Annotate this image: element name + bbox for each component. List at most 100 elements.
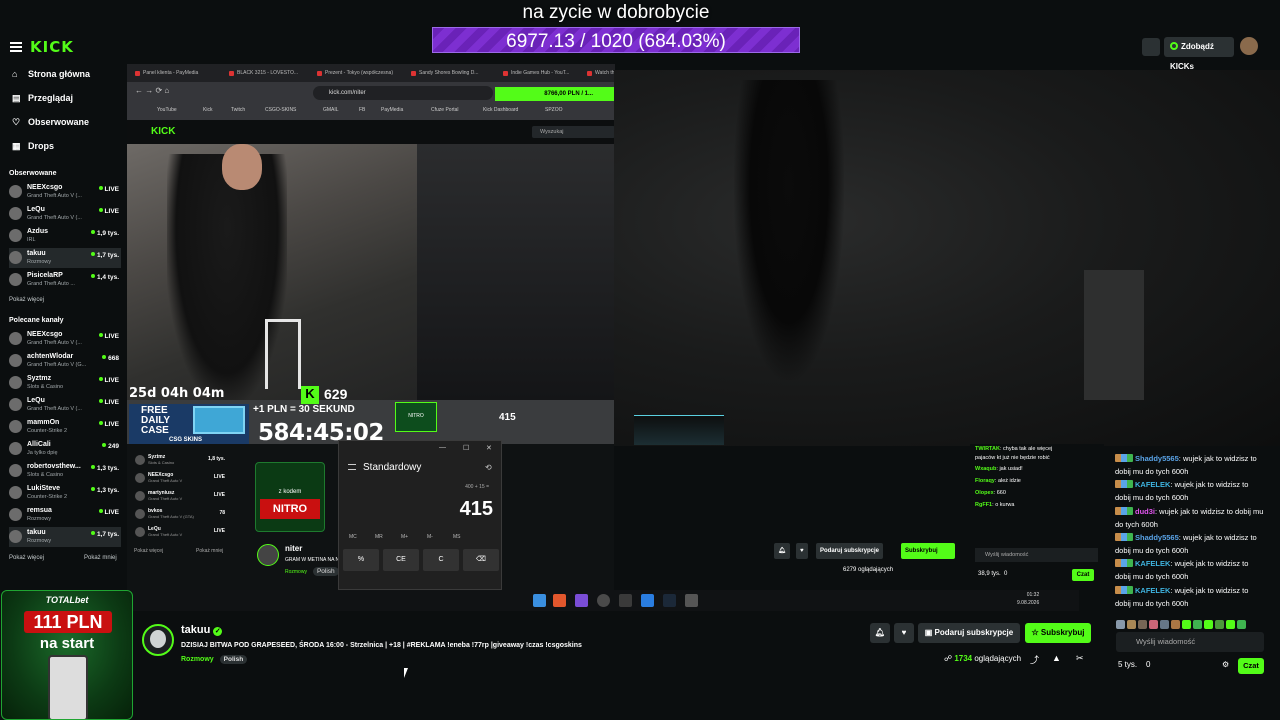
app-root: na zycie w dobrobycie 6977.13 / 1020 (68… [0,0,1280,720]
bookmark: Cfuze Portal [431,107,459,113]
recommended-channel-active[interactable]: takuu Rozmowy 1,7 tys. [9,527,121,547]
recommended-channel[interactable]: robertovsthew... Slots & Casino 1,3 tys. [9,461,121,481]
avatar [9,530,22,543]
calc-mode: Standardowy [363,462,422,473]
share-icon[interactable]: ⤴ [1030,653,1039,666]
maximize-icon: ☐ [463,445,470,452]
streamer-name[interactable]: takuu ✓ [181,624,223,636]
nitro-small-badge: NITRO [395,402,437,432]
sidebar: ⌂ Strona główna ▤ Przeglądaj ♡ Obserwowane … [0,62,126,592]
menu-icon[interactable] [10,42,22,52]
show-less-recommended[interactable]: Pokaż mniej [84,555,117,561]
chat-message: KAFELEK: wujek jak to widzisz to dobij m… [1115,586,1249,608]
recommended-channel[interactable]: Syztmz Slots & Casino LIVE [9,373,121,393]
bookmark: FB [359,107,366,113]
bookmark: Twitch [231,107,246,113]
inner-bell: 🔔︎ [774,543,790,559]
clock-date: 9.08.2026 [1017,600,1040,606]
show-more-followed[interactable]: Pokaż więcej [9,297,44,303]
kick-logo[interactable]: KICK [30,38,74,56]
followed-channel-active[interactable]: takuu Rozmowy 1,7 tys. [9,248,121,268]
avatar [9,229,22,242]
home-icon: ⌂ [12,69,18,79]
followed-channel[interactable]: Azdus IRL 1,9 tys. [9,226,121,246]
recommended-channel[interactable]: AlliCali Ja tylko dpię 249 [9,439,121,459]
inner-kick-header: KICK Wyszukaj [127,120,615,144]
browser-tab: Sandy Shores Bowling D... [409,67,497,80]
show-more-recommended[interactable]: Pokaż więcej [9,555,44,561]
stream-category[interactable]: Rozmowy Polish [181,655,248,664]
report-icon[interactable]: ▲ [1052,653,1061,663]
chat-send-button[interactable]: Czat [1238,658,1264,674]
bookmark: Kick [203,107,213,113]
badges-icon [1115,559,1133,567]
calculator-window: — ☐ ✕ Standardowy ⟲ 400 + 15 = 415 MC MR… [338,440,502,590]
bookmark: Kick Dashboard [483,107,519,113]
case-icon [193,406,245,434]
user-avatar[interactable] [1240,37,1258,55]
followed-channel[interactable]: PisicelaRP Grand Theft Auto ... 1,4 tys. [9,270,121,290]
calc-key: ⌫ [463,549,499,571]
followed-channel[interactable]: NEEXcsgo Grand Theft Auto V (... LIVE [9,182,121,202]
free-daily-case-banner: FREE DAILY CASE CSG SKINS [129,404,249,444]
nav-browse[interactable]: ▤ Przeglądaj [12,93,73,104]
subscribe-button[interactable]: ☆ Subskrybuj [1025,623,1091,643]
recommended-channel[interactable]: remsua Rozmowy LIVE [9,505,121,525]
clock-time: 01:32 [1026,592,1040,598]
phone-icon [48,655,88,719]
ad-brand: TOTALbet [45,595,89,605]
calc-key: CE [383,549,419,571]
recommended-channel[interactable]: LukiSteve Counter-Strike 2 1,3 tys. [9,483,121,503]
follow-heart-button[interactable]: ♥ [894,623,914,643]
nav-home[interactable]: ⌂ Strona główna [12,69,90,79]
language-tag[interactable]: Polish [219,655,248,664]
calc-expression: 400 + 15 = [465,484,489,490]
get-kicks-button[interactable]: Zdobądź KICKs [1164,37,1234,71]
keyboard-glow [634,415,724,445]
recommended-header: Polecane kanały [9,317,64,324]
settings-icon[interactable]: ⚙ [1222,660,1229,669]
nested-channel: bvkos Grand Theft Auto V (GTA) 78 [135,508,225,520]
inner-chat-input: Wyślij wiadomość [975,548,1098,562]
badges-icon [1115,533,1133,541]
avatar [9,442,22,455]
nested-channel: LeQu Grand Theft Auto V LIVE [135,526,225,538]
recommended-channel[interactable]: LeQu Grand Theft Auto V (... LIVE [9,395,121,415]
nav-arrows-icon: ← → ⟳ ⌂ [135,86,170,95]
stream-title: DZISIAJ BITWA POD GRAPESEED, ŚRODA 16:00… [181,642,582,649]
kick-count: 629 [324,386,348,402]
recommended-channel[interactable]: achtenWlodar Grand Theft Auto V (G... 668 [9,351,121,371]
chat-message: dud3i: wujek jak to widzisz to dobij mu … [1115,507,1264,529]
followed-header: Obserwowane [9,170,57,177]
store-button[interactable] [1142,38,1160,56]
app-icon [619,594,632,607]
nested-show-less: Pokaż mniej [196,548,224,554]
totalbet-ad[interactable]: TOTALbet 111 PLN na start [1,590,133,720]
calc-menu-icon [348,464,356,470]
viewers-icon: ☍ [944,654,955,663]
viewer-count: ☍ 1734 oglądających [944,654,1022,663]
emote-bar[interactable] [1116,616,1266,629]
avatar [9,332,22,345]
recommended-channel[interactable]: mammOn Counter-Strike 2 LIVE [9,417,121,437]
clip-icon[interactable]: ✂ [1076,653,1084,664]
bookmark: PayMedia [381,107,404,113]
stream-video-right[interactable] [614,70,1280,446]
chat-input[interactable]: Wyślij wiadomość [1116,632,1264,652]
side-number: 415 [499,412,516,423]
streamer-avatar[interactable] [142,624,174,656]
nested-channel: NEEXcsgo Grand Theft Auto V LIVE [135,472,225,484]
inner-search: Wyszukaj [532,126,615,138]
avatar [9,185,22,198]
nav-following[interactable]: ♡ Obserwowane [12,117,89,128]
avatar [9,420,22,433]
avatar [9,464,22,477]
gift-sub-button[interactable]: ▣ Podaruj subskrypcje [918,623,1020,643]
badges-icon [1115,480,1133,488]
nav-drops[interactable]: ▦ Drops [12,141,54,152]
stream-video-left[interactable]: Panel klienta - PayMedia BLACK 3215 - LO… [127,64,615,444]
notification-bell-button[interactable]: 🔔︎ [870,623,890,643]
followed-channel[interactable]: LeQu Grand Theft Auto V (... LIVE [9,204,121,224]
minimize-icon: — [439,444,446,451]
recommended-channel[interactable]: NEEXcsgo Grand Theft Auto V (... LIVE [9,329,121,349]
